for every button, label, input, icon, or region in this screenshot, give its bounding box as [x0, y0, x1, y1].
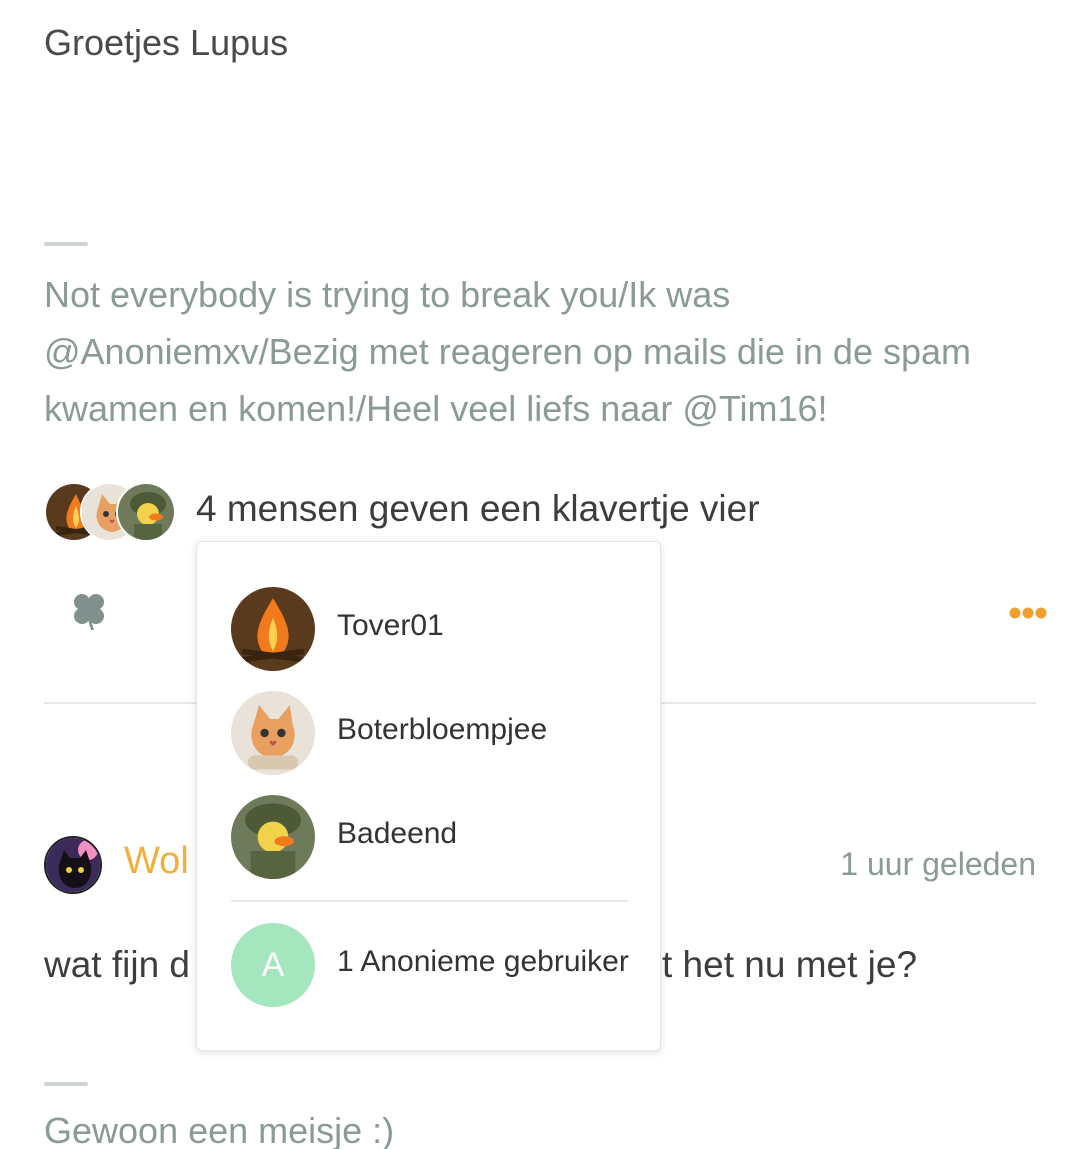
liker-item[interactable]: Boterbloempjee: [231, 691, 631, 775]
forum-post-page: Groetjes Lupus Not everybody is trying t…: [0, 0, 1080, 1149]
comment-signature-divider: [44, 1082, 88, 1086]
liker-item[interactable]: Badeend: [231, 795, 631, 879]
post-greeting: Groetjes Lupus: [44, 22, 289, 63]
comment-text-left: wat fijn d: [44, 944, 191, 985]
kitten-avatar: [231, 691, 315, 775]
likes-avatar-stack[interactable]: [44, 482, 184, 542]
duck-soldier-avatar: [116, 482, 176, 542]
clover-icon[interactable]: [68, 590, 110, 632]
popup-separator: [231, 900, 628, 902]
post-signature: Not everybody is trying to break you/Ik …: [44, 274, 971, 429]
liker-item[interactable]: Tover01: [231, 587, 631, 671]
likes-summary[interactable]: 4 mensen geven een klavertje vier: [196, 488, 760, 530]
black-cat-avatar[interactable]: [44, 836, 102, 894]
anonymous-liker-item: A 1 Anonieme gebruiker: [231, 923, 631, 1007]
liker-name[interactable]: Boterbloempjee: [337, 713, 547, 747]
liker-name[interactable]: Tover01: [337, 609, 444, 643]
anonymous-label: 1 Anonieme gebruiker: [337, 945, 629, 978]
anonymous-avatar: A: [231, 923, 315, 1007]
duck-soldier-avatar: [231, 795, 315, 879]
comment-timestamp: 1 uur geleden: [840, 846, 1036, 882]
signature-divider: [44, 242, 88, 246]
more-dots-icon[interactable]: [1008, 606, 1048, 620]
comment-username[interactable]: Wol: [124, 840, 189, 883]
likes-row[interactable]: 4 mensen geven een klavertje vier: [44, 480, 1044, 542]
campfire-avatar: [231, 587, 315, 671]
likers-popup: Tover01 Boterbloempjee Badeend A 1 Anoni…: [196, 541, 661, 1051]
comment-signature: Gewoon een meisje :): [44, 1110, 395, 1149]
comment-text-right: t het nu met je?: [662, 944, 918, 985]
liker-name[interactable]: Badeend: [337, 817, 457, 851]
